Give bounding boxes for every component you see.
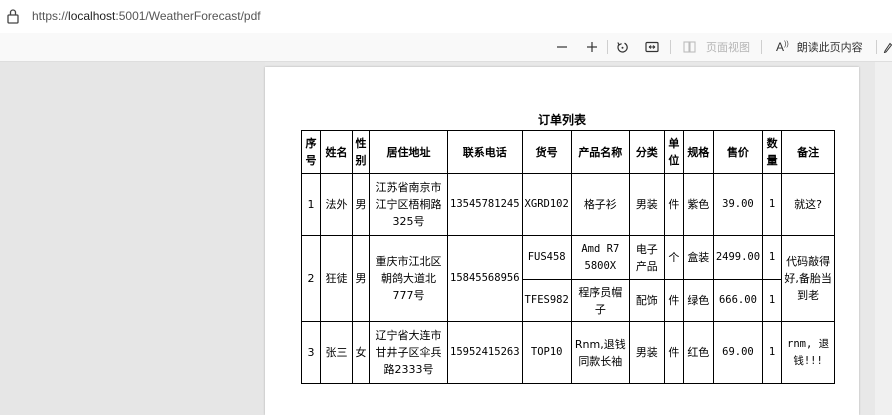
cell-seq: 2 — [301, 235, 321, 322]
pdf-page: 订单列表 序号 姓名 性别 居住地址 联系电话 货号 产品名称 分类 单位 规格… — [265, 67, 859, 415]
cell-unit: 个 — [663, 235, 684, 280]
cell-price: 69.00 — [712, 321, 764, 384]
cell-spec: 盒装 — [682, 235, 714, 280]
cell-spec: 红色 — [682, 321, 714, 384]
zoom-out-button[interactable] — [552, 33, 572, 61]
cell-address: 辽宁省大连市甘井子区伞兵路2333号 — [369, 321, 448, 384]
header-unit: 单位 — [663, 130, 684, 174]
minus-icon — [557, 46, 567, 48]
lock-icon[interactable] — [6, 8, 20, 24]
cell-remark: rnm, 退钱!!! — [781, 321, 836, 384]
cell-gender: 男 — [352, 235, 370, 322]
table-row: 1 法外 男 江苏省南京市江宁区梧桐路325号 13545781245 XGRD… — [301, 173, 836, 236]
header-category: 分类 — [628, 130, 665, 174]
url-host: localhost — [68, 9, 116, 23]
read-aloud-label: 朗读此页内容 — [796, 41, 863, 54]
table-header-row: 序号 姓名 性别 居住地址 联系电话 货号 产品名称 分类 单位 规格 售价 数… — [301, 130, 836, 174]
rotate-button[interactable] — [612, 33, 632, 61]
address-bar[interactable]: https://localhost:5001/WeatherForecast/p… — [0, 0, 892, 34]
cell-sku: FUS458 — [521, 235, 572, 280]
viewer-background — [0, 62, 265, 415]
cell-phone: 15845568956 — [447, 235, 523, 322]
toolbar-divider — [876, 40, 877, 54]
table-row: 2 狂徒 男 重庆市江北区朝鸽大道北777号 15845568956 FUS45… — [301, 235, 836, 322]
document-title: 订单列表 — [537, 113, 586, 127]
fit-page-icon — [645, 41, 659, 53]
cell-qty: 1 — [762, 235, 783, 280]
cell-spec: 绿色 — [682, 279, 714, 322]
cell-name: 法外 — [320, 173, 353, 236]
cell-product: Rnm,退钱同款长袖 — [570, 321, 630, 384]
fit-page-button[interactable] — [642, 33, 662, 61]
cell-sku: TOP10 — [521, 321, 572, 384]
header-qty: 数量 — [762, 130, 783, 174]
cell-name: 狂徒 — [320, 235, 353, 322]
header-spec: 规格 — [682, 130, 714, 174]
cell-seq: 3 — [301, 321, 321, 384]
cell-qty: 1 — [762, 173, 783, 236]
zoom-in-button[interactable] — [582, 33, 602, 61]
cell-qty: 1 — [762, 321, 783, 384]
url-path: :5001/WeatherForecast/pdf — [115, 9, 261, 23]
cell-unit: 件 — [663, 279, 684, 322]
header-phone: 联系电话 — [447, 130, 523, 174]
header-sku: 货号 — [521, 130, 572, 174]
header-remark: 备注 — [781, 130, 836, 174]
read-aloud-button[interactable]: A)) 朗读此页内容 — [776, 33, 866, 61]
cell-price: 666.00 — [712, 279, 764, 322]
header-seq: 序号 — [301, 130, 321, 174]
table-row: 3 张三 女 辽宁省大连市甘井子区伞兵路2333号 15952415263 TO… — [301, 321, 836, 384]
read-aloud-icon: A)) — [776, 40, 789, 54]
cell-gender: 男 — [352, 173, 370, 236]
cell-spec: 紫色 — [682, 173, 714, 236]
header-price: 售价 — [712, 130, 764, 174]
cell-product: 格子衫 — [570, 173, 630, 236]
cell-name: 张三 — [320, 321, 353, 384]
page-view-label: 页面视图 — [706, 41, 750, 54]
header-product: 产品名称 — [570, 130, 630, 174]
cell-price: 2499.00 — [712, 235, 764, 280]
cell-category: 电子产品 — [628, 235, 665, 280]
cell-price: 39.00 — [712, 173, 764, 236]
cell-address: 重庆市江北区朝鸽大道北777号 — [369, 235, 448, 322]
viewer-scroll-area[interactable] — [875, 62, 892, 415]
url-text[interactable]: https://localhost:5001/WeatherForecast/p… — [32, 9, 261, 23]
plus-icon — [587, 42, 597, 52]
cell-product: 程序员帽子 — [570, 279, 630, 322]
cell-remark: 就这? — [781, 173, 836, 236]
cell-address: 江苏省南京市江宁区梧桐路325号 — [369, 173, 448, 236]
cell-category: 男装 — [628, 173, 665, 236]
draw-button[interactable] — [883, 33, 892, 61]
rotate-icon — [616, 41, 628, 53]
cell-unit: 件 — [663, 321, 684, 384]
pen-icon — [883, 42, 892, 53]
cell-product: Amd R7 5800X — [570, 235, 630, 280]
cell-qty: 1 — [762, 279, 783, 322]
header-gender: 性别 — [352, 130, 370, 174]
page-view-icon — [683, 41, 696, 53]
header-name: 姓名 — [320, 130, 353, 174]
cell-unit: 件 — [663, 173, 684, 236]
cell-phone: 13545781245 — [447, 173, 523, 236]
orders-table: 序号 姓名 性别 居住地址 联系电话 货号 产品名称 分类 单位 规格 售价 数… — [301, 130, 836, 384]
pdf-toolbar: 页面视图 A)) 朗读此页内容 — [0, 33, 892, 62]
toolbar-divider — [670, 40, 671, 54]
cell-category: 配饰 — [628, 279, 665, 322]
toolbar-divider — [761, 40, 762, 54]
cell-sku: TFES982 — [521, 279, 572, 322]
cell-phone: 15952415263 — [447, 321, 523, 384]
cell-sku: XGRD102 — [521, 173, 572, 236]
cell-seq: 1 — [301, 173, 321, 236]
page-view-button[interactable]: 页面视图 — [683, 33, 753, 61]
cell-gender: 女 — [352, 321, 370, 384]
cell-remark: 代码敲得好,备胎当到老 — [781, 235, 836, 322]
cell-category: 男装 — [628, 321, 665, 384]
toolbar-divider — [607, 40, 608, 54]
header-address: 居住地址 — [369, 130, 448, 174]
url-prefix: https:// — [32, 9, 69, 23]
